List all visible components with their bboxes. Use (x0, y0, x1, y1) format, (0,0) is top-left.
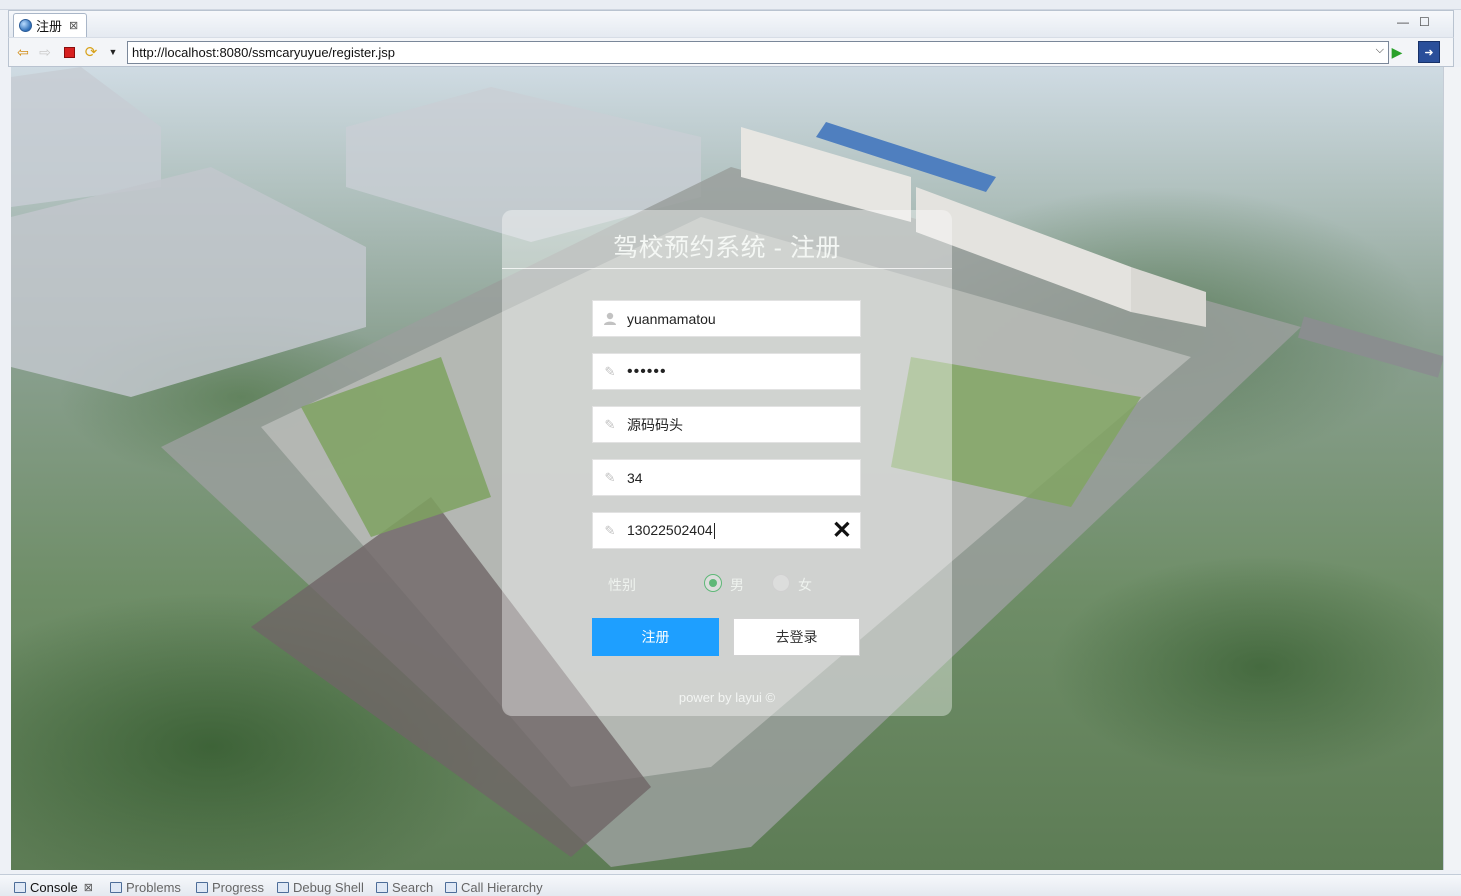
external-browser-icon[interactable]: ➜ (1418, 41, 1440, 63)
tab-debug-shell-label: Debug Shell (293, 879, 364, 895)
tab-label: 注册 (36, 19, 63, 34)
url-text: http://localhost:8080/ssmcaryuyue/regist… (132, 45, 396, 60)
window-top-strip (0, 0, 1461, 10)
age-field[interactable]: ✎ 34 (592, 459, 861, 496)
tab-debug-shell[interactable]: Debug Shell (277, 878, 364, 896)
clear-icon[interactable]: ✕ (832, 518, 852, 544)
minimize-icon[interactable]: — (1397, 15, 1409, 29)
password-field[interactable]: ✎ •••••• (592, 353, 861, 390)
gender-female-label[interactable]: 女 (798, 575, 812, 595)
pencil-icon: ✎ (604, 363, 616, 379)
stop-icon[interactable] (61, 44, 77, 60)
tab-console-label: Console (30, 879, 78, 895)
url-input[interactable]: http://localhost:8080/ssmcaryuyue/regist… (127, 41, 1389, 64)
tab-search-label: Search (392, 879, 434, 895)
tab-problems-label: Problems (126, 879, 181, 895)
age-value: 34 (627, 469, 643, 486)
maximize-icon[interactable]: ☐ (1419, 15, 1430, 29)
problems-icon (110, 881, 122, 893)
pencil-icon: ✎ (604, 416, 616, 432)
close-icon[interactable]: ⊠ (69, 19, 78, 32)
tab-progress[interactable]: Progress (196, 878, 264, 896)
tab-search[interactable]: Search (376, 878, 433, 896)
editor-tab-bar: 注册 ⊠ — ☐ (8, 10, 1454, 37)
go-icon[interactable]: ▶ (1389, 44, 1405, 60)
tab-console[interactable]: Console ⊠ (14, 878, 93, 896)
go-login-button[interactable]: 去登录 (733, 618, 860, 656)
tab-progress-label: Progress (212, 879, 265, 895)
globe-icon (19, 19, 32, 32)
browser-toolbar: ⇦ ⇨ ⟳ ▼ http://localhost:8080/ssmcaryuyu… (8, 37, 1454, 67)
call-hierarchy-icon (445, 881, 457, 893)
page-title: 驾校预约系统 - 注册 (613, 234, 841, 262)
gender-label: 性别 (608, 577, 636, 593)
gender-male-label[interactable]: 男 (730, 575, 744, 595)
username-value: yuanmamatou (627, 310, 716, 327)
real-name-field[interactable]: ✎ 源码码头 (592, 406, 861, 443)
register-button[interactable]: 注册 (592, 618, 719, 656)
gender-radio-group: 性别 男 女 (592, 572, 861, 596)
bottom-views-bar: Console ⊠ Problems Progress Debug Shell … (0, 874, 1461, 896)
user-icon (593, 312, 627, 326)
chevron-down-icon[interactable]: ▼ (105, 44, 121, 60)
pencil-icon: ✎ (604, 522, 616, 538)
forward-arrow-icon[interactable]: ⇨ (37, 44, 53, 60)
register-panel: 驾校预约系统 - 注册 yuanmamatou ✎ •••••• ✎ 源码码头 … (502, 210, 952, 716)
search-icon (376, 881, 388, 893)
real-name-value: 源码码头 (627, 416, 683, 433)
tab-register[interactable]: 注册 ⊠ (13, 13, 87, 37)
tab-problems[interactable]: Problems (110, 878, 181, 896)
url-dropdown-icon[interactable]: ⌵ (1376, 44, 1384, 57)
refresh-icon[interactable]: ⟳ (83, 44, 99, 61)
title-divider (502, 268, 952, 269)
right-scroll-edge (1443, 67, 1461, 870)
back-arrow-icon[interactable]: ⇦ (15, 44, 31, 60)
gender-male-radio[interactable] (704, 574, 722, 592)
gender-female-radio[interactable] (772, 574, 790, 592)
username-field[interactable]: yuanmamatou (592, 300, 861, 337)
debug-shell-icon (277, 881, 289, 893)
tab-call-hierarchy-label: Call Hierarchy (461, 879, 543, 895)
footer-text: power by layui © (678, 690, 776, 705)
road (1297, 316, 1443, 378)
password-value: •••••• (627, 362, 667, 380)
tab-call-hierarchy[interactable]: Call Hierarchy (445, 878, 543, 896)
phone-value: 13022502404 (627, 521, 715, 540)
close-icon[interactable]: ⊠ (84, 881, 93, 894)
console-icon (14, 881, 26, 893)
page-viewport: 驾校预约系统 - 注册 yuanmamatou ✎ •••••• ✎ 源码码头 … (11, 67, 1443, 870)
phone-field[interactable]: ✎ 13022502404 ✕ (592, 512, 861, 549)
progress-icon (196, 881, 208, 893)
warehouse-block (11, 167, 366, 397)
pencil-icon: ✎ (604, 469, 616, 485)
